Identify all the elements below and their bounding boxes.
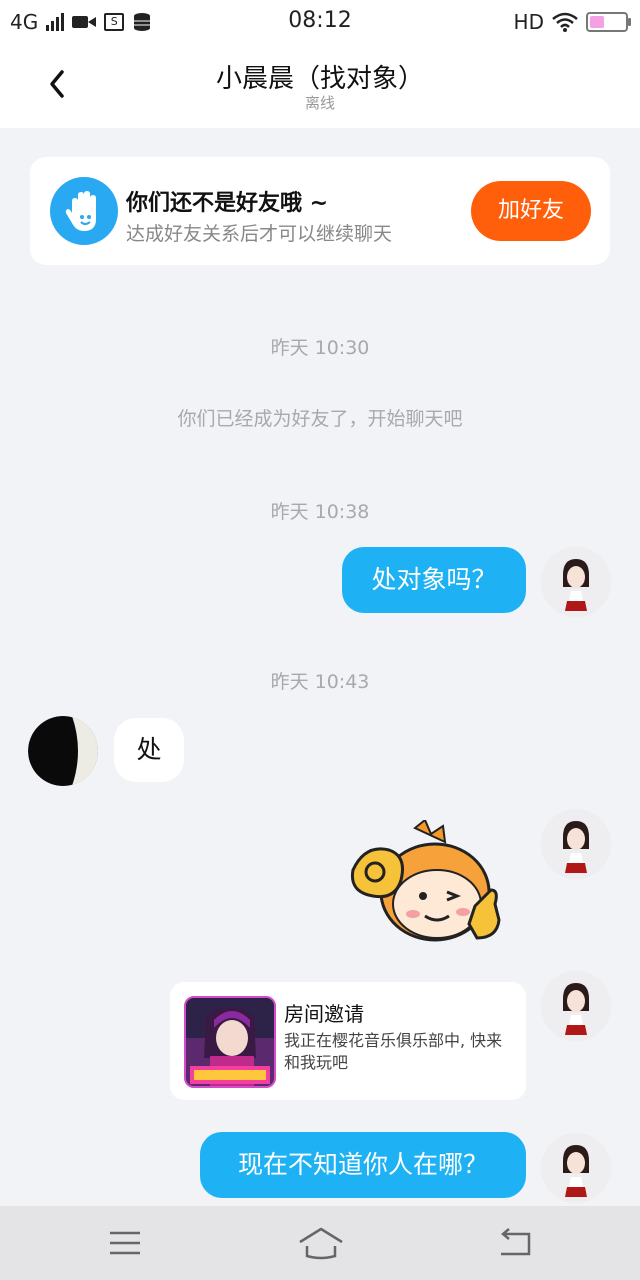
back-nav-icon[interactable] (497, 1228, 533, 1258)
contact-avatar[interactable] (28, 716, 98, 786)
timestamp: 昨天 10:38 (270, 501, 370, 523)
message-bubble-received[interactable]: 处 (114, 718, 184, 782)
system-nav-bar (0, 1206, 640, 1280)
invite-title: 房间邀请 (284, 1002, 364, 1026)
add-friend-button[interactable]: 加好友 (471, 181, 591, 241)
room-invite-card[interactable]: 房间邀请 我正在樱花音乐俱乐部中, 快来和我玩吧 (170, 982, 526, 1100)
timestamp: 昨天 10:43 (270, 671, 370, 693)
game-cover-image (184, 996, 276, 1088)
online-status: 离线 (304, 94, 335, 112)
status-bar: 4G S 08:12 HD (0, 0, 640, 44)
card-title: 你们还不是好友哦 ~ (126, 191, 329, 216)
my-avatar[interactable] (541, 971, 611, 1041)
sticker-image[interactable] (345, 820, 505, 945)
invite-description: 我正在樱花音乐俱乐部中, 快来和我玩吧 (284, 1031, 503, 1072)
status-right: HD (513, 10, 631, 34)
wifi-icon (552, 12, 578, 32)
hand-icon (50, 177, 118, 245)
timestamp: 昨天 10:30 (270, 337, 370, 359)
my-avatar[interactable] (541, 547, 611, 617)
my-avatar[interactable] (541, 1133, 611, 1203)
chat-title: 小晨晨（找对象） (215, 64, 424, 94)
chat-header: 小晨晨（找对象） 离线 (0, 44, 640, 128)
friend-request-card: 你们还不是好友哦 ~ 达成好友关系后才可以继续聊天 加好友 (30, 157, 610, 265)
battery-icon (586, 12, 631, 32)
message-bubble-sent[interactable]: 现在不知道你人在哪？ (200, 1132, 526, 1198)
message-bubble-sent[interactable]: 处对象吗？ (342, 547, 526, 613)
card-description: 达成好友关系后才可以继续聊天 (126, 223, 393, 245)
battery-fill (590, 16, 604, 28)
home-icon[interactable] (298, 1226, 344, 1260)
system-message: 你们已经成为好友了，开始聊天吧 (177, 408, 463, 430)
hd-label: HD (513, 10, 544, 34)
menu-icon[interactable] (108, 1230, 142, 1256)
my-avatar[interactable] (541, 809, 611, 879)
